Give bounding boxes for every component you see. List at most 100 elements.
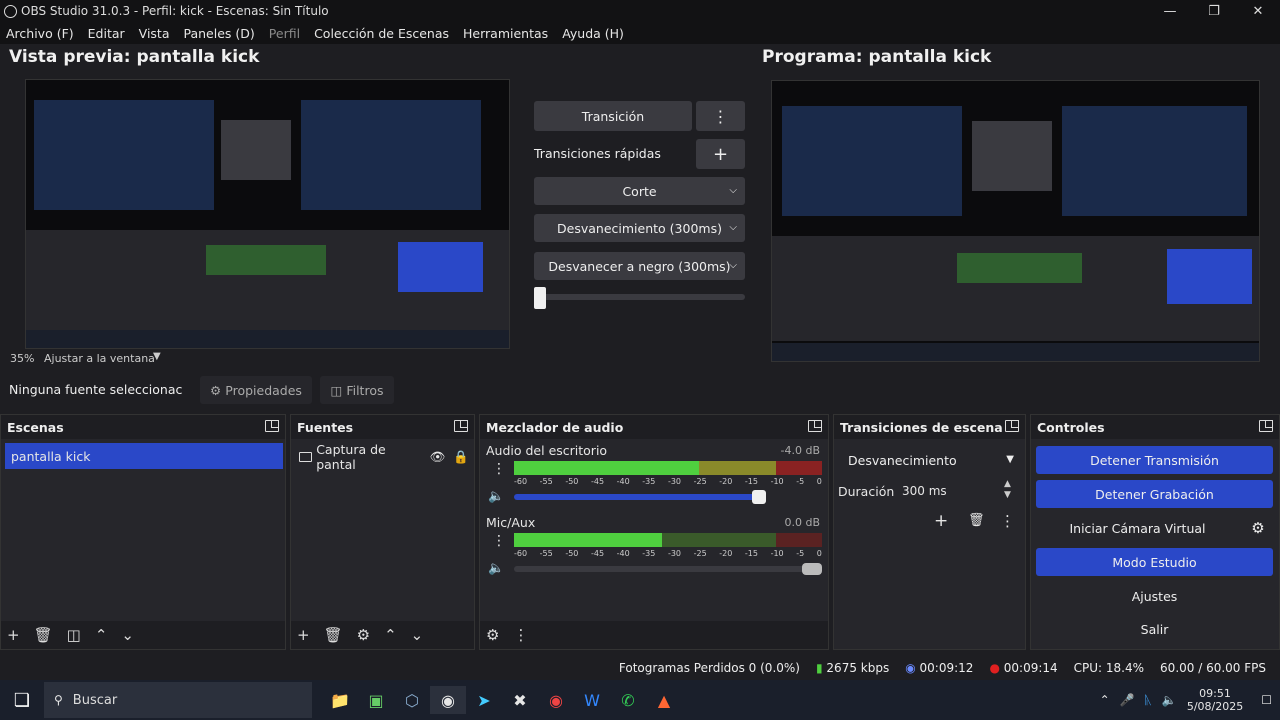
menu-bar: Archivo (F) Editar Vista Paneles (D) Per…	[0, 22, 1280, 44]
windows-start-icon[interactable]: ❏	[0, 686, 44, 714]
no-source-label: Ninguna fuente seleccionac	[9, 382, 183, 397]
settings-button[interactable]: Ajustes	[1036, 582, 1273, 610]
exit-button[interactable]: Salir	[1036, 615, 1273, 643]
kebab-menu-icon[interactable]: ⋮	[492, 533, 506, 549]
quick-transition-fade-black[interactable]: Desvanecer a negro (300ms) ⌵	[534, 252, 745, 280]
chevron-up-icon[interactable]: ⌃	[95, 626, 108, 644]
chevron-up-icon[interactable]: ⌃	[384, 626, 397, 644]
transition-menu-icon[interactable]: ⋮	[696, 101, 745, 131]
stop-record-button[interactable]: Detener Grabación	[1036, 480, 1273, 508]
add-icon[interactable]: +	[297, 626, 310, 644]
add-quick-transition-button[interactable]: +	[696, 139, 745, 169]
undock-icon[interactable]	[1005, 420, 1019, 432]
menu-editar[interactable]: Editar	[88, 26, 125, 41]
scene-item[interactable]: pantalla kick	[5, 443, 283, 469]
capcut-icon[interactable]: ✖	[502, 686, 538, 714]
notification-icon[interactable]: ☐	[1261, 693, 1272, 707]
channel-db: 0.0 dB	[784, 516, 820, 529]
microphone-icon[interactable]: 🎤	[1120, 693, 1135, 707]
volume-slider-handle[interactable]	[752, 490, 766, 504]
filter-icon[interactable]: ◫	[67, 626, 81, 644]
source-item[interactable]: Captura de pantal 👁 🔒	[299, 442, 469, 472]
eye-icon[interactable]: 👁	[430, 449, 446, 465]
studio-mode-button[interactable]: Modo Estudio	[1036, 548, 1273, 576]
add-icon[interactable]: +	[934, 511, 948, 531]
chrome-icon[interactable]: ◉	[538, 686, 574, 714]
app-icon[interactable]: ▣	[358, 686, 394, 714]
menu-herramientas[interactable]: Herramientas	[463, 26, 548, 41]
lock-icon[interactable]: 🔒	[453, 449, 469, 465]
zoom-label: 35%	[10, 352, 35, 365]
gear-icon[interactable]: ⚙	[357, 626, 370, 644]
cpu-usage: CPU: 18.4%	[1073, 661, 1145, 675]
kebab-menu-icon[interactable]: ⋮	[513, 626, 528, 644]
quick-transitions-label: Transiciones rápidas	[534, 146, 661, 161]
undock-icon[interactable]	[265, 420, 279, 432]
menu-coleccion[interactable]: Colección de Escenas	[314, 26, 449, 41]
chevron-down-icon: ⌵	[729, 259, 737, 271]
chevron-down-icon: ⌵	[729, 221, 737, 233]
filters-button[interactable]: ◫ Filtros	[320, 376, 394, 404]
trash-icon[interactable]: 🗑	[324, 626, 343, 644]
volume-slider[interactable]	[514, 494, 764, 500]
terminal-icon[interactable]: ➤	[466, 686, 502, 714]
restore-icon[interactable]: ❐	[1192, 0, 1236, 22]
chevron-down-icon: ▼	[1006, 453, 1014, 465]
kebab-menu-icon[interactable]: ⋮	[1000, 512, 1015, 530]
transition-slider-handle[interactable]	[534, 287, 546, 309]
clock[interactable]: 09:51 5/08/2025	[1187, 687, 1243, 713]
transition-button[interactable]: Transición	[534, 101, 692, 131]
transition-slider[interactable]	[534, 294, 745, 300]
chevron-down-icon[interactable]: ▼	[153, 351, 161, 362]
undock-icon[interactable]	[1259, 420, 1273, 432]
quick-transition-fade[interactable]: Desvanecimiento (300ms) ⌵	[534, 214, 745, 242]
volume-slider-handle[interactable]	[802, 563, 822, 575]
quick-transition-corte[interactable]: Corte ⌵	[534, 177, 745, 205]
stepper-icon[interactable]: ▲ ▼	[1004, 479, 1011, 501]
add-icon[interactable]: +	[7, 626, 20, 644]
preview-canvas[interactable]	[25, 79, 510, 349]
taskbar-search[interactable]: ⚲ Buscar	[44, 682, 312, 718]
title-bar: OBS Studio 31.0.3 - Perfil: kick - Escen…	[0, 0, 1280, 22]
properties-button[interactable]: ⚙ Propiedades	[200, 376, 312, 404]
audio-mixer-panel: Mezclador de audio Audio del escritorio …	[479, 414, 829, 650]
whatsapp-icon[interactable]: ✆	[610, 686, 646, 714]
minimize-icon[interactable]: —	[1148, 0, 1192, 22]
program-title: Programa: pantalla kick	[762, 47, 992, 67]
trash-icon[interactable]: 🗑	[34, 626, 53, 644]
app-icon[interactable]: ⬡	[394, 686, 430, 714]
chevron-down-icon[interactable]: ⌄	[121, 626, 134, 644]
program-canvas	[771, 80, 1260, 362]
menu-paneles[interactable]: Paneles (D)	[184, 26, 255, 41]
channel-name: Mic/Aux	[486, 515, 536, 530]
close-icon[interactable]: ✕	[1236, 0, 1280, 22]
file-explorer-icon[interactable]: 📁	[322, 686, 358, 714]
kebab-menu-icon[interactable]: ⋮	[492, 461, 506, 477]
channel-name: Audio del escritorio	[486, 443, 608, 458]
fit-label[interactable]: Ajustar a la ventana	[44, 352, 155, 365]
speaker-icon[interactable]: 🔈	[488, 561, 504, 576]
bluetooth-icon[interactable]: ᚣ	[1145, 693, 1152, 707]
speaker-icon[interactable]: 🔈	[1162, 693, 1177, 707]
trash-icon[interactable]: 🗑	[968, 513, 985, 528]
menu-vista[interactable]: Vista	[139, 26, 170, 41]
menu-archivo[interactable]: Archivo (F)	[6, 26, 74, 41]
undock-icon[interactable]	[808, 420, 822, 432]
mixer-title: Mezclador de audio	[486, 419, 624, 435]
chevron-up-icon[interactable]: ⌃	[1100, 693, 1110, 707]
speaker-icon[interactable]: 🔈	[488, 489, 504, 504]
virtual-camera-button[interactable]: Iniciar Cámara Virtual	[1036, 514, 1239, 542]
gear-icon[interactable]: ⚙	[486, 626, 499, 644]
brave-icon[interactable]: ▲	[646, 686, 682, 714]
undock-icon[interactable]	[454, 420, 468, 432]
obs-icon[interactable]: ◉	[430, 686, 466, 714]
word-icon[interactable]: W	[574, 686, 610, 714]
volume-slider[interactable]	[514, 566, 822, 572]
stream-time: 00:09:12	[919, 661, 974, 675]
menu-ayuda[interactable]: Ayuda (H)	[562, 26, 624, 41]
gear-icon[interactable]: ⚙	[1243, 514, 1273, 542]
stop-stream-button[interactable]: Detener Transmisión	[1036, 446, 1273, 474]
menu-perfil[interactable]: Perfil	[269, 26, 300, 41]
transition-type-select[interactable]: Desvanecimiento ▼	[840, 447, 1022, 473]
chevron-down-icon[interactable]: ⌄	[411, 626, 424, 644]
